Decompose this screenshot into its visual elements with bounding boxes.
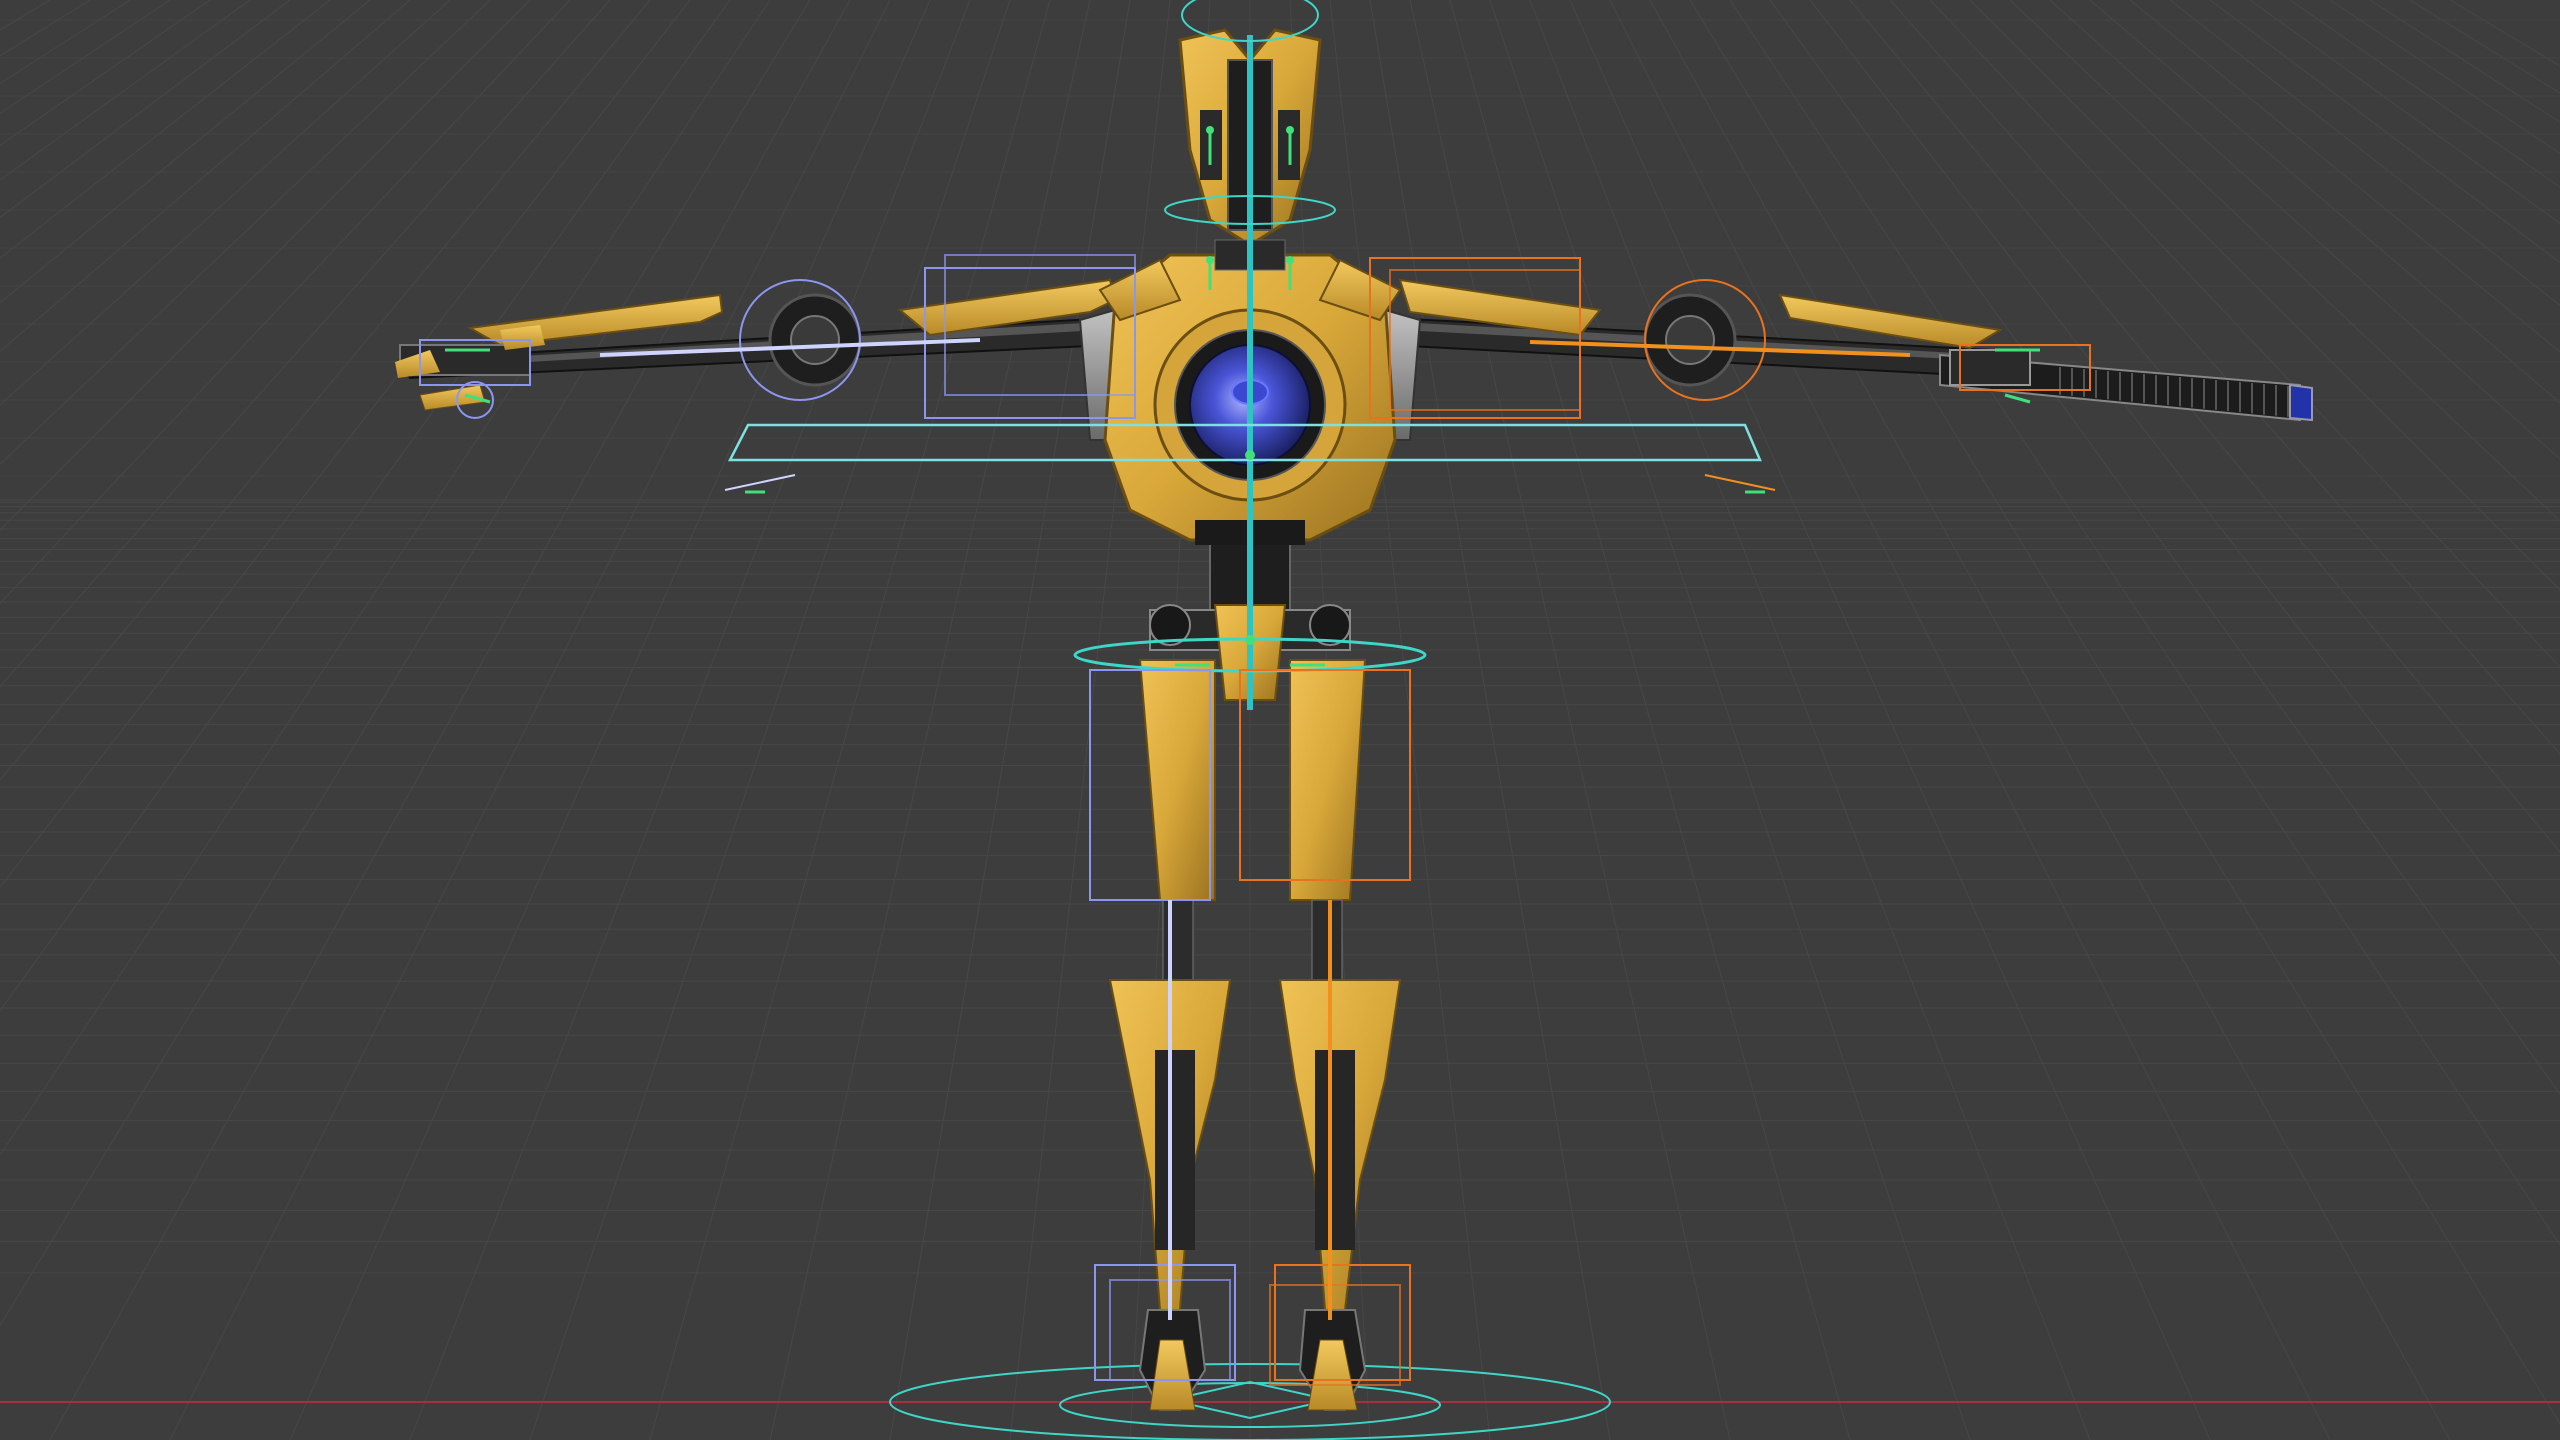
right-thigh — [1289, 659, 1367, 901]
blaster-rifle — [1939, 349, 2313, 422]
3d-viewport[interactable] — [0, 0, 2560, 1440]
left-thigh — [1138, 659, 1216, 901]
viewport-canvas[interactable] — [0, 0, 2560, 1440]
right-arm[interactable] — [1389, 278, 2313, 422]
right-leg[interactable] — [1278, 659, 1402, 1411]
